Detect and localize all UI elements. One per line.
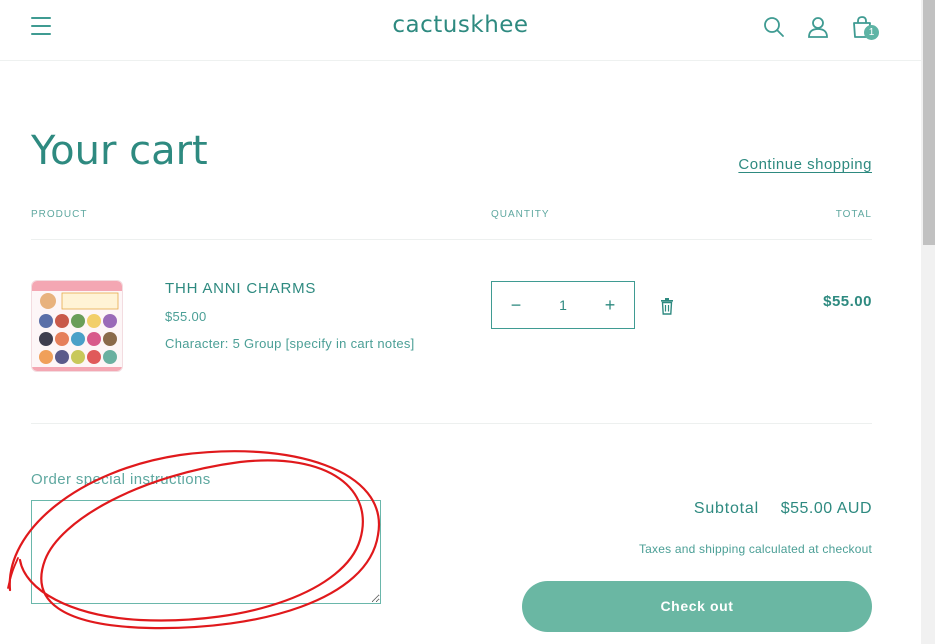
table-divider-top (31, 239, 872, 240)
product-thumbnail[interactable] (31, 280, 123, 372)
subtotal-label: Subtotal (693, 500, 759, 517)
scrollbar-thumb[interactable] (923, 0, 935, 245)
site-header: cactuskhee 1 (0, 0, 921, 61)
page-title: Your cart (31, 128, 208, 174)
quantity-stepper: − + (491, 281, 635, 329)
cart-count-badge: 1 (864, 25, 879, 40)
increase-quantity-button[interactable]: + (586, 282, 634, 328)
product-unit-price: $55.00 (165, 309, 207, 324)
remove-item-icon[interactable] (659, 298, 675, 315)
line-item-total: $55.00 (823, 293, 872, 310)
account-icon[interactable] (806, 15, 830, 39)
quantity-input[interactable] (540, 282, 586, 328)
continue-shopping-link[interactable]: Continue shopping (738, 156, 872, 173)
product-title-link[interactable]: THH ANNI CHARMS (165, 280, 316, 297)
decrease-quantity-button[interactable]: − (492, 282, 540, 328)
product-variant: Character: 5 Group [specify in cart note… (165, 336, 415, 351)
order-notes-label: Order special instructions (31, 471, 211, 488)
table-divider-bottom (31, 423, 872, 424)
subtotal-value: $55.00 AUD (780, 500, 872, 517)
checkout-button[interactable]: Check out (522, 581, 872, 632)
tax-shipping-note: Taxes and shipping calculated at checkou… (638, 542, 872, 556)
column-header-total: TOTAL (835, 209, 872, 220)
column-header-quantity: QUANTITY (491, 209, 550, 220)
order-notes-textarea[interactable] (31, 500, 381, 604)
search-icon[interactable] (762, 15, 786, 39)
column-header-product: PRODUCT (31, 209, 88, 220)
